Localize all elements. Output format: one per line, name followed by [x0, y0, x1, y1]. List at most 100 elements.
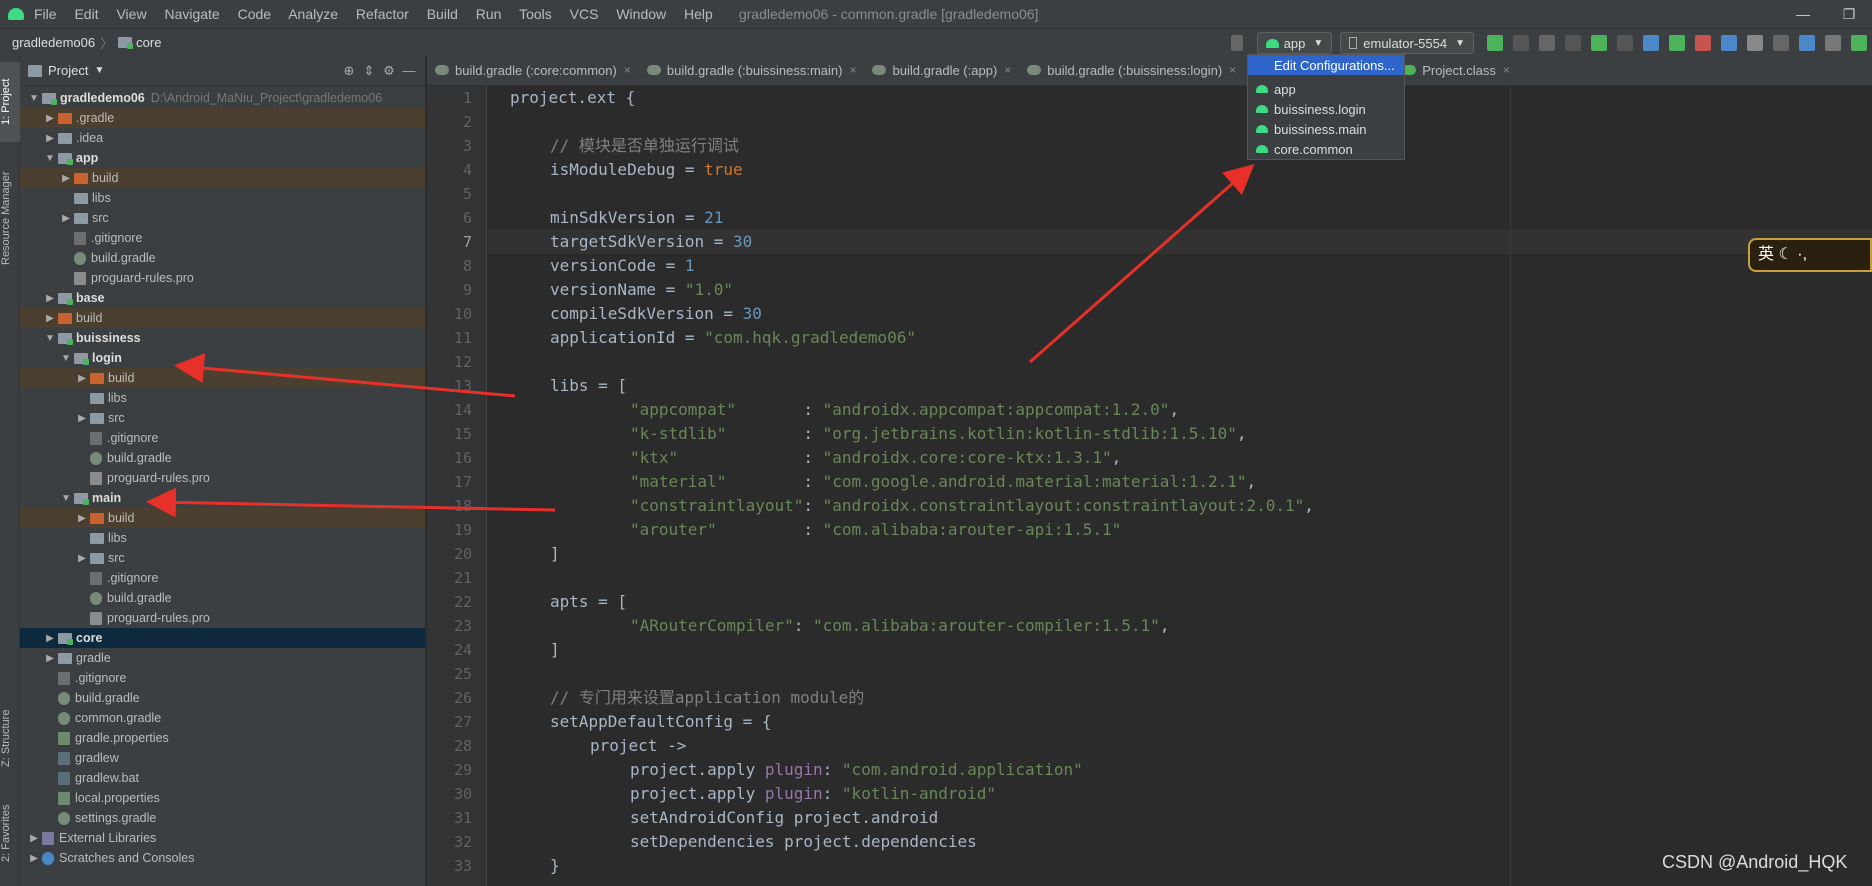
tab-app[interactable]: build.gradle (:app) × [864, 55, 1019, 85]
menu-analyze[interactable]: Analyze [288, 6, 338, 22]
collapse-all-icon[interactable]: ⇕ [359, 63, 379, 79]
tree-item-gradlew[interactable]: gradlew [20, 748, 425, 768]
tree-item-root[interactable]: ▼ gradledemo06 D:\Android_MaNiu_Project\gr… [20, 88, 425, 108]
tab-core-common[interactable]: build.gradle (:core:common) × [427, 55, 639, 85]
debug-icon[interactable] [1591, 35, 1607, 51]
tab-project-class[interactable]: Project.class × [1394, 55, 1518, 85]
tab-favorites[interactable]: 2: Favorites [0, 791, 20, 876]
tree-item-login-build[interactable]: ▶ build [20, 368, 425, 388]
translate-icon[interactable] [1747, 35, 1763, 51]
tab-structure[interactable]: Z: Structure [0, 696, 20, 781]
tree-item-base[interactable]: ▶ base [20, 288, 425, 308]
menu-file[interactable]: File [34, 6, 57, 22]
run-icon[interactable] [1565, 35, 1581, 51]
run-config-selector[interactable]: app ▼ [1256, 32, 1333, 54]
config-item-app[interactable]: app [1248, 79, 1404, 99]
ime-status-badge[interactable]: 英 ☾ ·, [1748, 238, 1872, 272]
chevron-down-icon[interactable]: ▼ [42, 333, 58, 344]
close-icon[interactable]: × [1503, 63, 1510, 77]
config-item-buissiness-login[interactable]: buissiness.login [1248, 99, 1404, 119]
close-icon[interactable]: × [1229, 63, 1236, 77]
tree-item-main[interactable]: ▼ main [20, 488, 425, 508]
tree-item-root-gitignore[interactable]: .gitignore [20, 668, 425, 688]
menu-navigate[interactable]: Navigate [164, 6, 219, 22]
tree-item-main-build-gradle[interactable]: build.gradle [20, 588, 425, 608]
tree-item-app-src[interactable]: ▶ src [20, 208, 425, 228]
chevron-right-icon[interactable]: ▶ [58, 213, 74, 224]
locate-icon[interactable]: ⊕ [339, 63, 359, 79]
tree-item-settings-gradle[interactable]: settings.gradle [20, 808, 425, 828]
close-icon[interactable]: × [1004, 63, 1011, 77]
chevron-right-icon[interactable]: ▶ [26, 833, 42, 844]
tree-item-app-build-gradle[interactable]: build.gradle [20, 248, 425, 268]
tree-item-local-properties[interactable]: local.properties [20, 788, 425, 808]
config-item-buissiness-main[interactable]: buissiness.main [1248, 119, 1404, 139]
tree-item-app-gitignore[interactable]: .gitignore [20, 228, 425, 248]
chevron-right-icon[interactable]: ▶ [74, 513, 90, 524]
tab-buissiness-main[interactable]: build.gradle (:buissiness:main) × [639, 55, 865, 85]
tree-item-idea[interactable]: ▶ .idea [20, 128, 425, 148]
code-area[interactable]: 1 2 3 4 5 6 7 8 9 10 11 12 13 14 15 16 1… [427, 86, 1872, 886]
chevron-down-icon[interactable]: ▼ [42, 153, 58, 164]
breadcrumb-project[interactable]: gradledemo06 [12, 35, 95, 50]
menu-window[interactable]: Window [616, 6, 666, 22]
stop-icon[interactable] [1695, 35, 1711, 51]
edit-configurations-item[interactable]: Edit Configurations... [1248, 55, 1404, 75]
menu-vcs[interactable]: VCS [570, 6, 599, 22]
breadcrumb-module[interactable]: core [136, 35, 161, 50]
tree-item-app-libs[interactable]: libs [20, 188, 425, 208]
chevron-down-icon[interactable]: ▼ [94, 65, 104, 76]
tree-item-app-proguard[interactable]: proguard-rules.pro [20, 268, 425, 288]
sync-gradle-icon[interactable] [1799, 35, 1815, 51]
tree-item-app-build[interactable]: ▶ build [20, 168, 425, 188]
tree-item-login-gitignore[interactable]: .gitignore [20, 428, 425, 448]
chevron-down-icon[interactable]: ▼ [58, 353, 74, 364]
tree-item-gradlew-bat[interactable]: gradlew.bat [20, 768, 425, 788]
chevron-right-icon[interactable]: ▶ [74, 553, 90, 564]
sdk-manager-icon[interactable] [1851, 35, 1867, 51]
menu-refactor[interactable]: Refactor [356, 6, 409, 22]
minimize-button[interactable]: — [1780, 0, 1826, 28]
attach-icon[interactable] [1617, 35, 1633, 51]
attach-debugger-icon[interactable] [1669, 35, 1685, 51]
tree-item-gradle-properties[interactable]: gradle.properties [20, 728, 425, 748]
tree-item-login-src[interactable]: ▶ src [20, 408, 425, 428]
chevron-right-icon[interactable]: ▶ [26, 853, 42, 864]
tree-item-main-build[interactable]: ▶ build [20, 508, 425, 528]
device-selector[interactable]: emulator-5554 ▼ [1340, 32, 1474, 54]
hammer-icon[interactable] [1230, 35, 1243, 51]
tab-project-tool[interactable]: 1: Project [0, 62, 20, 142]
hide-icon[interactable]: — [399, 63, 419, 79]
chevron-right-icon[interactable]: ▶ [42, 633, 58, 644]
tree-item-scratches[interactable]: ▶ Scratches and Consoles [20, 848, 425, 868]
chevron-right-icon[interactable]: ▶ [42, 653, 58, 664]
maximize-button[interactable]: ❐ [1826, 0, 1872, 28]
apply-changes-icon[interactable] [1487, 35, 1503, 51]
menu-code[interactable]: Code [238, 6, 271, 22]
tree-item-main-proguard[interactable]: proguard-rules.pro [20, 608, 425, 628]
chevron-right-icon[interactable]: ▶ [74, 373, 90, 384]
menu-help[interactable]: Help [684, 6, 713, 22]
chevron-right-icon[interactable]: ▶ [74, 413, 90, 424]
tree-item-common-gradle[interactable]: common.gradle [20, 708, 425, 728]
menu-run[interactable]: Run [476, 6, 502, 22]
tree-item-external-libraries[interactable]: ▶ External Libraries [20, 828, 425, 848]
menu-edit[interactable]: Edit [74, 6, 98, 22]
tree-item-app[interactable]: ▼ app [20, 148, 425, 168]
chevron-right-icon[interactable]: ▶ [42, 113, 58, 124]
close-icon[interactable]: × [849, 63, 856, 77]
tree-item-main-libs[interactable]: libs [20, 528, 425, 548]
tree-item-login-libs[interactable]: libs [20, 388, 425, 408]
chevron-right-icon[interactable]: ▶ [42, 293, 58, 304]
tree-item-root-build-gradle[interactable]: build.gradle [20, 688, 425, 708]
profile-icon[interactable] [1643, 35, 1659, 51]
project-view-selector[interactable]: Project [48, 63, 88, 78]
project-structure-icon[interactable] [1721, 35, 1737, 51]
tree-item-buissiness[interactable]: ▼ buissiness [20, 328, 425, 348]
layout-icon[interactable] [1773, 35, 1789, 51]
apply-code-changes-icon[interactable] [1513, 35, 1529, 51]
tree-item-login-build-gradle[interactable]: build.gradle [20, 448, 425, 468]
tree-item-gradle-folder[interactable]: ▶ gradle [20, 648, 425, 668]
gear-icon[interactable]: ⚙ [379, 63, 399, 79]
tree-item-core[interactable]: ▶ core [20, 628, 425, 648]
